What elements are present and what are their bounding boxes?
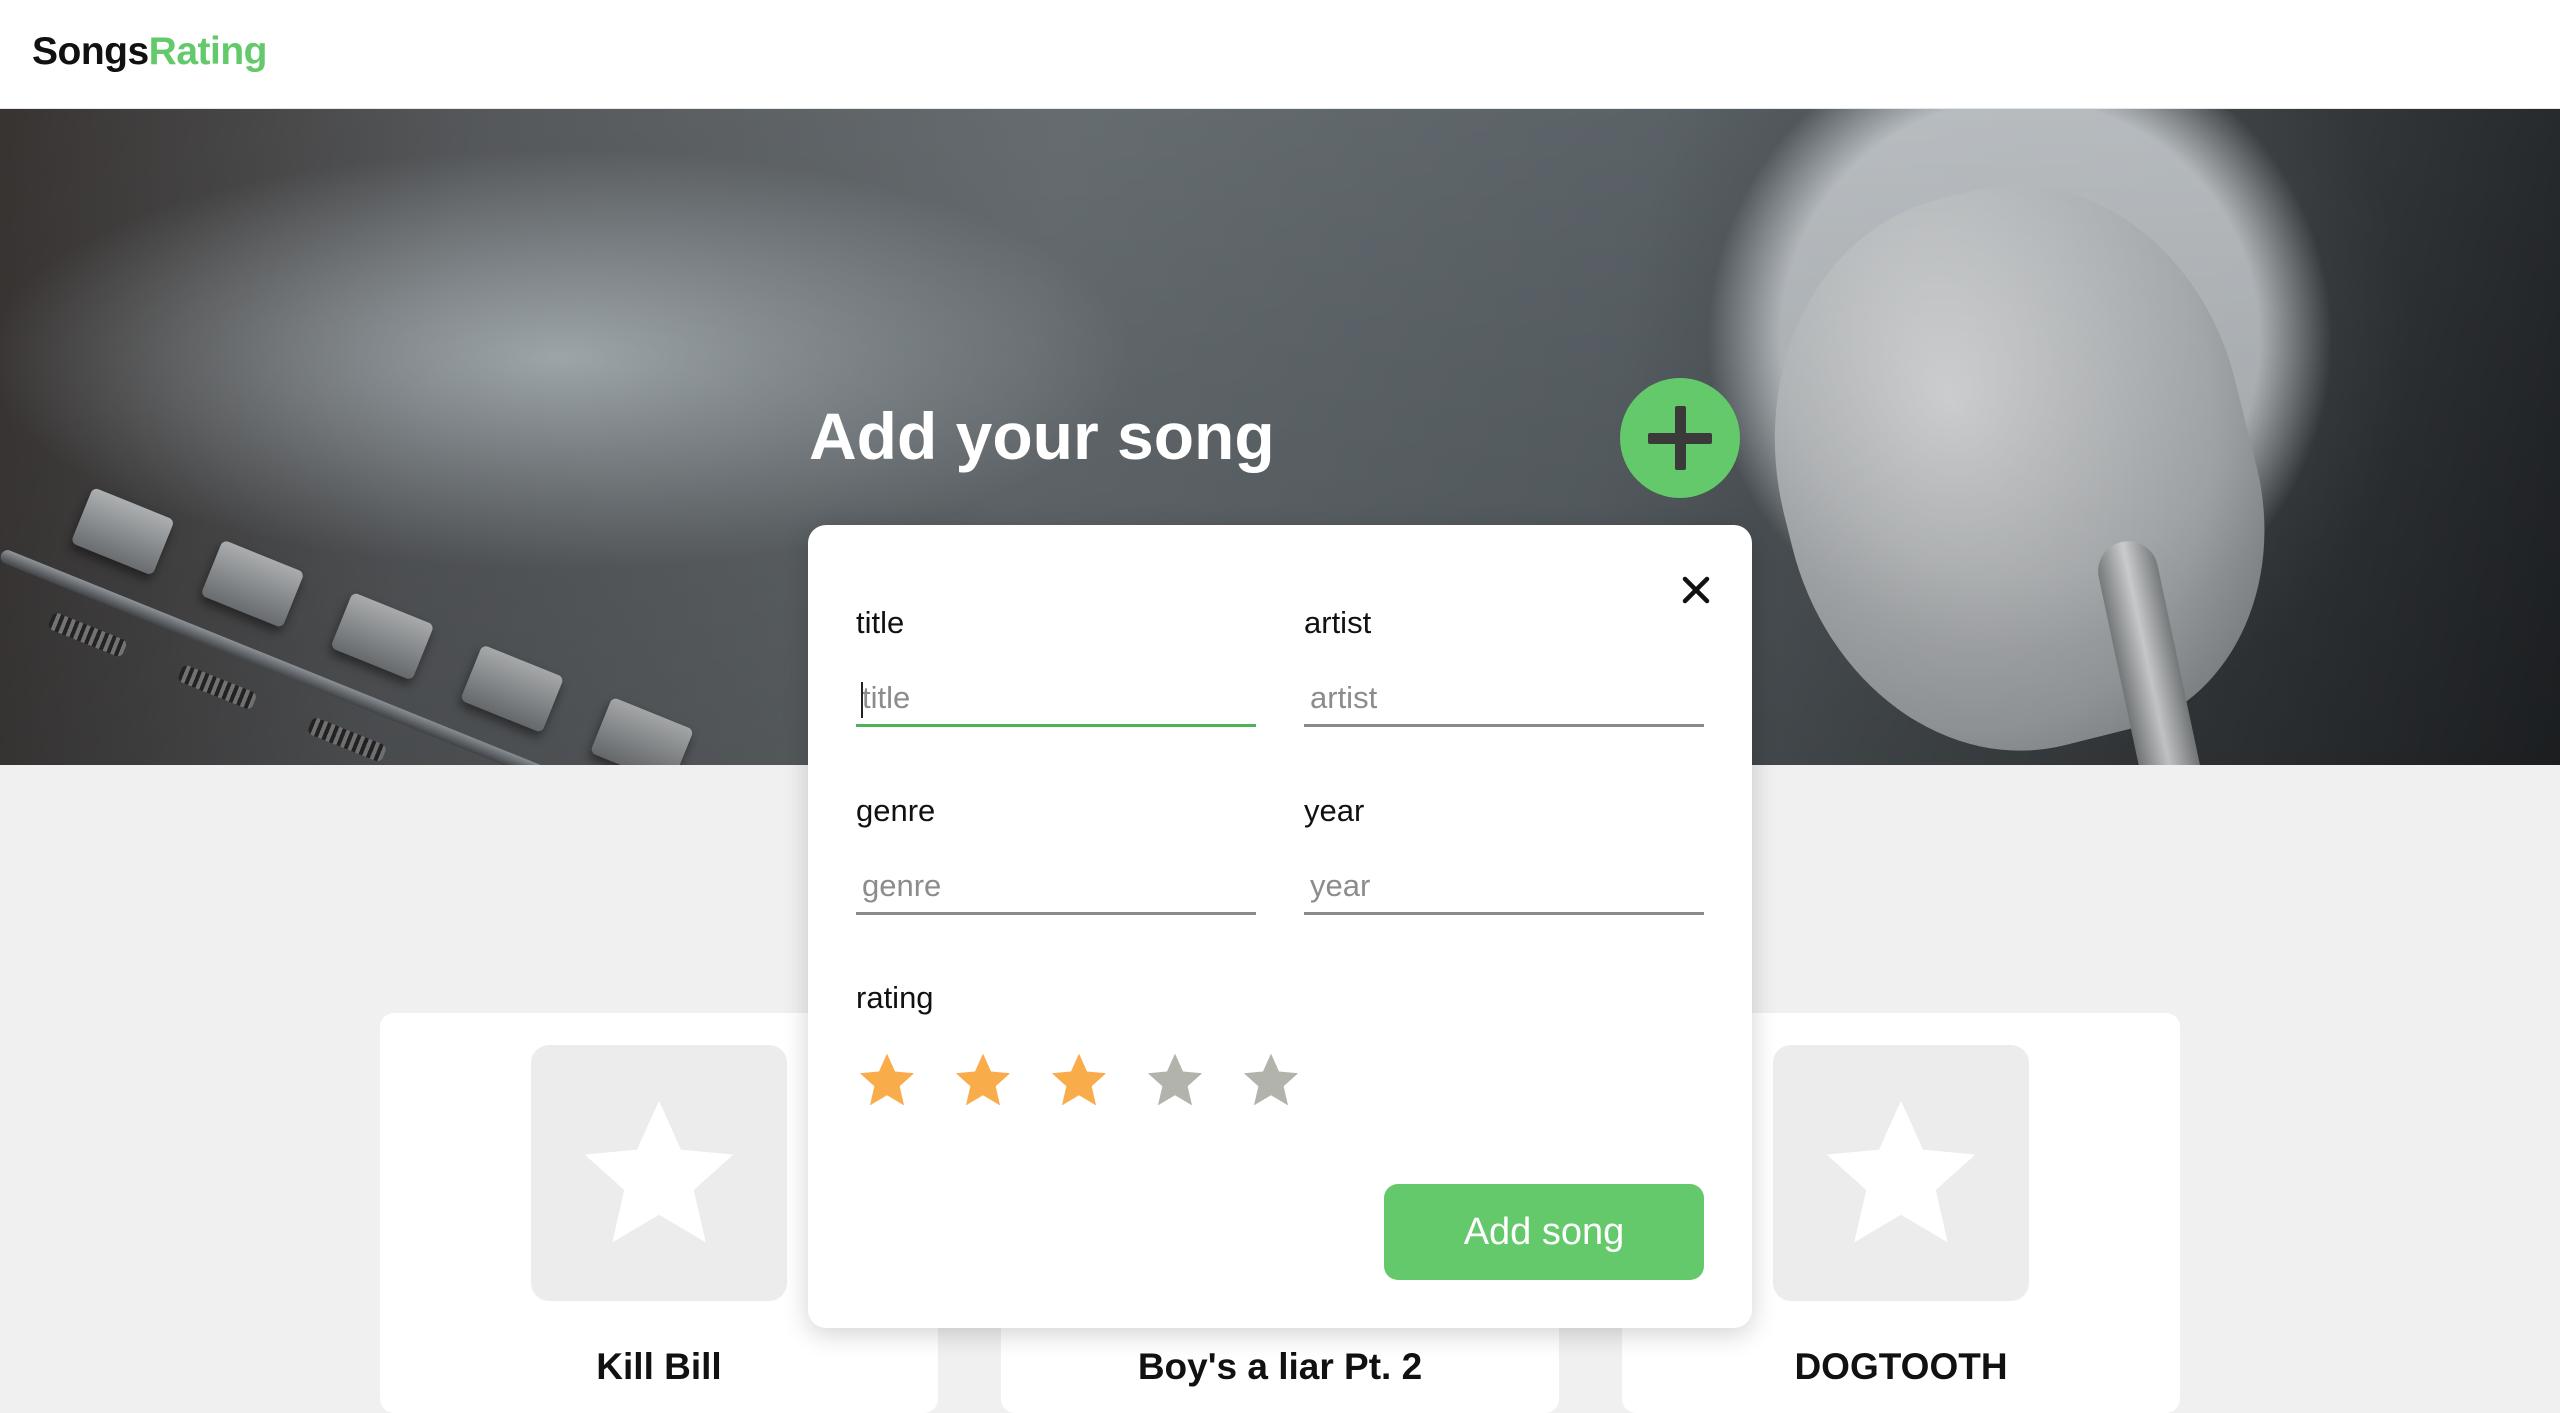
artist-input[interactable] — [1304, 671, 1704, 727]
text-caret — [861, 682, 863, 718]
add-song-submit-button[interactable]: Add song — [1384, 1184, 1704, 1280]
year-label: year — [1304, 793, 1365, 828]
song-thumbnail — [531, 1045, 787, 1301]
title-label: title — [856, 605, 905, 640]
genre-label: genre — [856, 793, 936, 828]
star-placeholder-icon — [1826, 1100, 1976, 1243]
hero-title: Add your song — [809, 399, 1275, 473]
close-icon — [1682, 576, 1710, 604]
song-thumbnail — [1773, 1045, 2029, 1301]
star-icon[interactable] — [856, 1049, 918, 1111]
star-icon[interactable] — [1144, 1049, 1206, 1111]
artist-label: artist — [1304, 605, 1372, 640]
year-input[interactable] — [1304, 859, 1704, 915]
genre-input[interactable] — [856, 859, 1256, 915]
star-icon[interactable] — [952, 1049, 1014, 1111]
plus-icon — [1648, 406, 1712, 470]
modal-close-button[interactable] — [1668, 562, 1724, 618]
star-placeholder-icon — [584, 1100, 734, 1243]
song-title: DOGTOOTH — [1794, 1346, 2008, 1387]
app-logo[interactable]: SongsRating — [32, 30, 268, 74]
star-icon[interactable] — [1240, 1049, 1302, 1111]
logo-text-rating: Rating — [148, 30, 268, 73]
add-song-open-button[interactable] — [1620, 378, 1740, 498]
title-input[interactable] — [856, 671, 1256, 727]
star-icon[interactable] — [1048, 1049, 1110, 1111]
logo-text-songs: Songs — [32, 30, 149, 73]
navbar: SongsRating — [0, 0, 2560, 109]
rating-label: rating — [856, 980, 934, 1015]
song-title: Boy's a liar Pt. 2 — [1137, 1346, 1423, 1387]
song-title: Kill Bill — [596, 1346, 722, 1387]
